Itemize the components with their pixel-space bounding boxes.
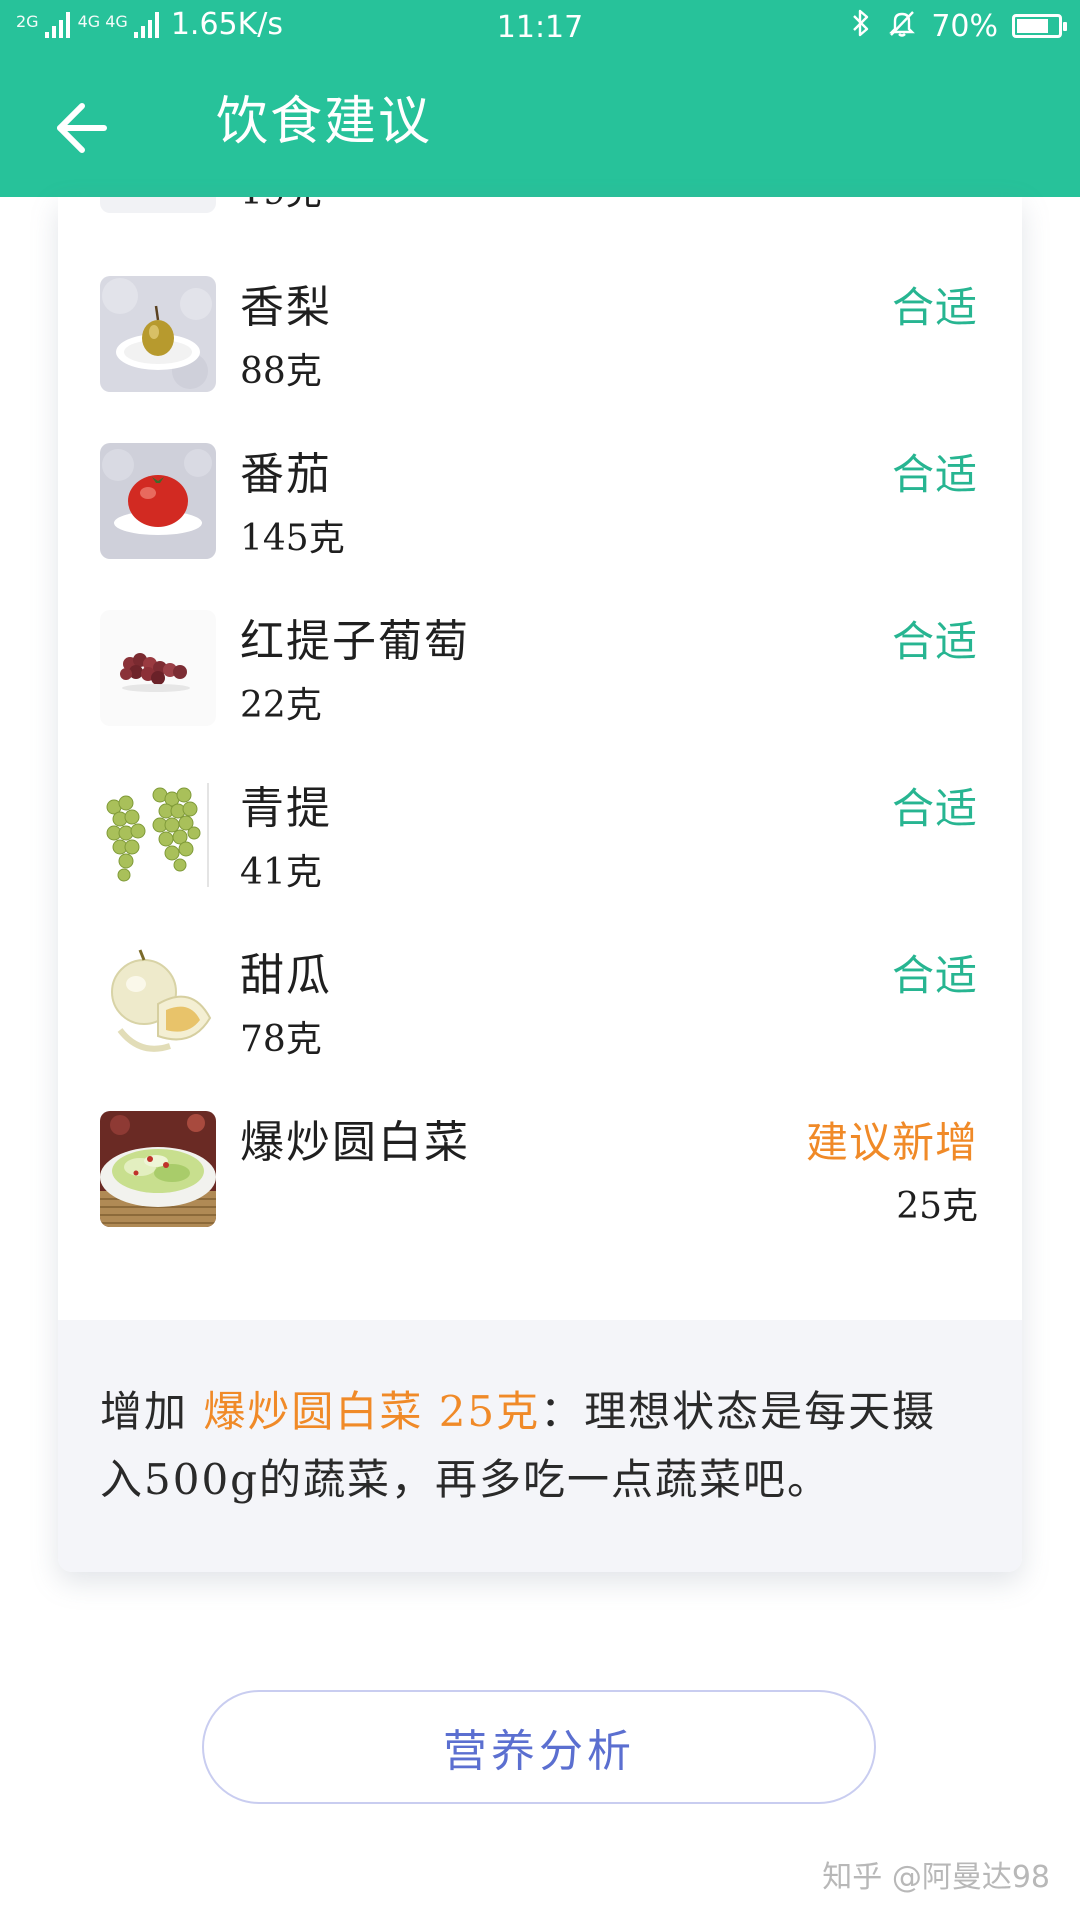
- advice-text: 增加 爆炒圆白菜 25克：理想状态是每天摄入500g的蔬菜，再多吃一点蔬菜吧。: [100, 1378, 980, 1514]
- food-status-suggest-add: 建议新增: [805, 1118, 978, 1167]
- watermark: 知乎 @阿曼达98: [822, 1860, 1050, 1895]
- food-name: 甜瓜: [240, 950, 332, 1001]
- food-name: 青提: [240, 783, 332, 834]
- food-weight: 22克: [240, 685, 322, 726]
- battery-icon: [1012, 14, 1067, 38]
- food-row[interactable]: 番茄 145克 合适: [58, 443, 1022, 563]
- food-weight: 25克: [896, 1186, 978, 1227]
- page-title: 饮食建议: [216, 92, 433, 152]
- advice-highlight: 爆炒圆白菜 25克: [203, 1387, 541, 1436]
- food-weight: 78克: [240, 1019, 322, 1060]
- food-row[interactable]: 19克: [58, 197, 1022, 217]
- status-right: 70%: [849, 8, 1067, 44]
- food-name: 番茄: [240, 449, 332, 500]
- food-status: 合适: [891, 617, 978, 666]
- tomato-image: [100, 443, 216, 559]
- food-status: 合适: [891, 283, 978, 332]
- food-status: 合适: [891, 784, 978, 833]
- food-row[interactable]: 红提子葡萄 22克 合适: [58, 610, 1022, 730]
- top-bar: 2G 4G 4G 1.65K/s 11:17 70% 饮食建议: [0, 0, 1080, 197]
- melon-image: [100, 944, 216, 1060]
- red-grapes-image: [100, 610, 216, 726]
- bluetooth-icon: [849, 8, 873, 44]
- food-weight: 88克: [240, 351, 322, 392]
- food-row[interactable]: 爆炒圆白菜 建议新增 25克: [58, 1111, 1022, 1231]
- stir-fried-cabbage-image: [100, 1111, 216, 1227]
- food-status: 合适: [891, 951, 978, 1000]
- food-weight: 19克: [240, 197, 322, 215]
- pear-image: [100, 276, 216, 392]
- battery-level: [1017, 19, 1048, 33]
- food-name: 香梨: [240, 282, 332, 333]
- bell-muted-icon: [887, 8, 917, 44]
- arrow-left-icon: [57, 103, 107, 153]
- food-name: 爆炒圆白菜: [240, 1117, 470, 1168]
- advice-panel: 增加 爆炒圆白菜 25克：理想状态是每天摄入500g的蔬菜，再多吃一点蔬菜吧。: [58, 1320, 1022, 1572]
- status-bar: 2G 4G 4G 1.65K/s 11:17 70%: [0, 0, 1080, 56]
- food-name: 红提子葡萄: [240, 616, 470, 667]
- food-image: [100, 197, 216, 213]
- food-weight: 145克: [240, 518, 345, 559]
- app-bar: 饮食建议: [0, 60, 1080, 197]
- advice-prefix: 增加: [100, 1387, 204, 1436]
- food-status: 合适: [891, 450, 978, 499]
- food-row[interactable]: 香梨 88克 合适: [58, 276, 1022, 396]
- food-row[interactable]: 青提 41克 合适: [58, 777, 1022, 897]
- back-button[interactable]: [52, 98, 112, 158]
- green-grapes-image: [100, 777, 216, 893]
- nutrition-analysis-button[interactable]: 营养分析: [202, 1690, 876, 1804]
- food-row[interactable]: 甜瓜 78克 合适: [58, 944, 1022, 1064]
- battery-percent: 70%: [931, 8, 998, 44]
- diet-card: 19克 香梨 88克 合适: [58, 197, 1022, 1572]
- food-weight: 41克: [240, 852, 322, 893]
